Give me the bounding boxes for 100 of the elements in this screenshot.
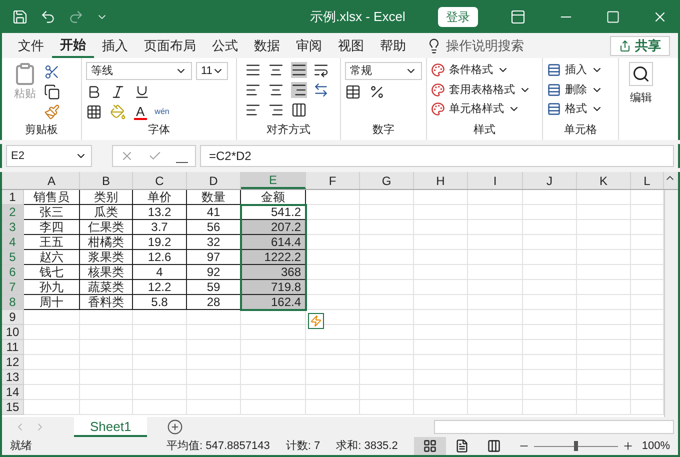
cells-button[interactable]: 删除 <box>547 82 614 98</box>
row-header[interactable]: 3 <box>2 220 24 235</box>
align-center-icon[interactable] <box>268 82 284 98</box>
table-cell: 28 <box>187 295 241 310</box>
save-icon[interactable] <box>12 8 28 24</box>
ribbon-tab[interactable]: 视图 <box>330 33 372 58</box>
wrap-text-icon[interactable] <box>313 62 330 78</box>
palette-icon <box>431 63 445 78</box>
row-header[interactable]: 5 <box>2 250 24 265</box>
row-header[interactable]: 2 <box>2 205 24 220</box>
row-header[interactable]: 13 <box>2 370 24 385</box>
fill-color-icon[interactable] <box>110 104 126 120</box>
row-header[interactable]: 6 <box>2 265 24 280</box>
column-header[interactable]: F <box>306 172 360 189</box>
ribbon-tab[interactable]: 数据 <box>246 33 288 58</box>
table-cell <box>306 220 360 235</box>
styles-button[interactable]: 条件格式 <box>431 62 538 78</box>
ribbon-tab[interactable]: 公式 <box>204 33 246 58</box>
ribbon-tab[interactable]: 页面布局 <box>136 33 204 58</box>
font-color-button[interactable]: A <box>134 104 147 120</box>
row-header[interactable]: 14 <box>2 385 24 400</box>
table-cell <box>24 355 80 370</box>
ribbon-tab[interactable]: 插入 <box>94 33 136 58</box>
align-bottom-icon[interactable] <box>290 62 306 78</box>
zoom-slider[interactable] <box>534 441 618 451</box>
align-left-icon[interactable] <box>245 82 261 98</box>
cells-button[interactable]: 格式 <box>547 101 614 118</box>
view-button[interactable] <box>414 437 446 455</box>
table-cell: 12.2 <box>133 280 187 295</box>
number-format-field[interactable]: 常规 <box>345 62 422 80</box>
column-header[interactable]: B <box>80 172 133 189</box>
table-cell <box>523 310 577 325</box>
row-header[interactable]: 15 <box>2 400 24 415</box>
row-header[interactable]: 7 <box>2 280 24 295</box>
borders-icon[interactable] <box>86 104 102 120</box>
ribbon-tab[interactable]: 文件 <box>10 33 52 58</box>
table-cell <box>414 265 468 280</box>
decrease-indent-icon[interactable] <box>245 102 261 118</box>
tell-me-field[interactable]: 操作说明搜索 <box>446 36 556 56</box>
zoom-in-icon[interactable] <box>622 440 634 452</box>
row-header[interactable]: 12 <box>2 355 24 370</box>
table-cell <box>133 325 187 340</box>
row-header[interactable]: 1 <box>2 190 24 205</box>
table-cell <box>360 355 414 370</box>
row-header[interactable]: 10 <box>2 325 24 340</box>
name-box[interactable]: E2 <box>6 145 92 167</box>
share-button[interactable]: 共享 <box>610 36 670 56</box>
table-cell <box>241 400 306 415</box>
table-cell <box>414 385 468 400</box>
underline-icon[interactable] <box>134 84 150 100</box>
column-header[interactable]: L <box>631 172 664 189</box>
styles-button[interactable]: 套用表格格式 <box>431 82 538 98</box>
font-size-field[interactable]: 11 <box>196 62 228 80</box>
column-header[interactable]: H <box>414 172 468 189</box>
maximize-icon[interactable] <box>606 10 620 24</box>
table-cell <box>360 385 414 400</box>
row-header[interactable]: 9 <box>2 310 24 325</box>
column-header[interactable]: A <box>24 172 80 189</box>
column-header[interactable]: C <box>133 172 187 189</box>
ribbon-display-icon[interactable] <box>510 8 526 24</box>
align-top-icon[interactable] <box>245 62 261 78</box>
table-cell <box>306 295 360 310</box>
column-header[interactable]: K <box>577 172 631 189</box>
column-header[interactable]: J <box>523 172 577 189</box>
table-cell <box>187 355 241 370</box>
column-header[interactable]: G <box>360 172 414 189</box>
table-cell <box>468 340 523 355</box>
ribbon-tab[interactable]: 审阅 <box>288 33 330 58</box>
editing-button[interactable]: 编辑 <box>629 62 653 106</box>
align-right-icon[interactable] <box>290 82 306 98</box>
undo-icon[interactable] <box>40 8 56 24</box>
table-cell <box>468 265 523 280</box>
column-header[interactable]: E <box>241 172 306 189</box>
row-header[interactable]: 11 <box>2 340 24 355</box>
cut-icon[interactable] <box>44 64 60 80</box>
font-name-field[interactable]: 等线 <box>86 62 192 80</box>
quick-analysis-button[interactable] <box>308 313 324 329</box>
ribbon-tab[interactable]: 帮助 <box>372 33 414 58</box>
phonetic-button[interactable]: wén <box>154 106 170 118</box>
increase-indent-icon[interactable] <box>268 102 284 118</box>
table-cell <box>468 235 523 250</box>
cells-button[interactable]: 插入 <box>547 62 614 78</box>
copy-icon[interactable] <box>44 84 60 100</box>
table-cell: 59 <box>187 280 241 295</box>
table-cell: 56 <box>187 220 241 235</box>
row-header[interactable]: 8 <box>2 295 24 310</box>
row-header[interactable]: 4 <box>2 235 24 250</box>
cancel-icon[interactable] <box>120 149 134 163</box>
table-cell: 19.2 <box>133 235 187 250</box>
align-middle-icon[interactable] <box>268 62 284 78</box>
sheet-tab[interactable]: Sheet1 <box>74 417 148 437</box>
italic-icon[interactable] <box>110 84 126 100</box>
formula-field[interactable]: =C2*D2 <box>200 145 674 167</box>
add-sheet-icon[interactable] <box>167 419 184 435</box>
percent-icon[interactable] <box>369 84 385 100</box>
table-cell <box>577 310 631 325</box>
login-button[interactable]: 登录 <box>438 6 478 26</box>
column-header[interactable]: I <box>468 172 523 189</box>
zoom-thumb[interactable] <box>574 441 578 451</box>
styles-button[interactable]: 单元格样式 <box>431 101 538 118</box>
